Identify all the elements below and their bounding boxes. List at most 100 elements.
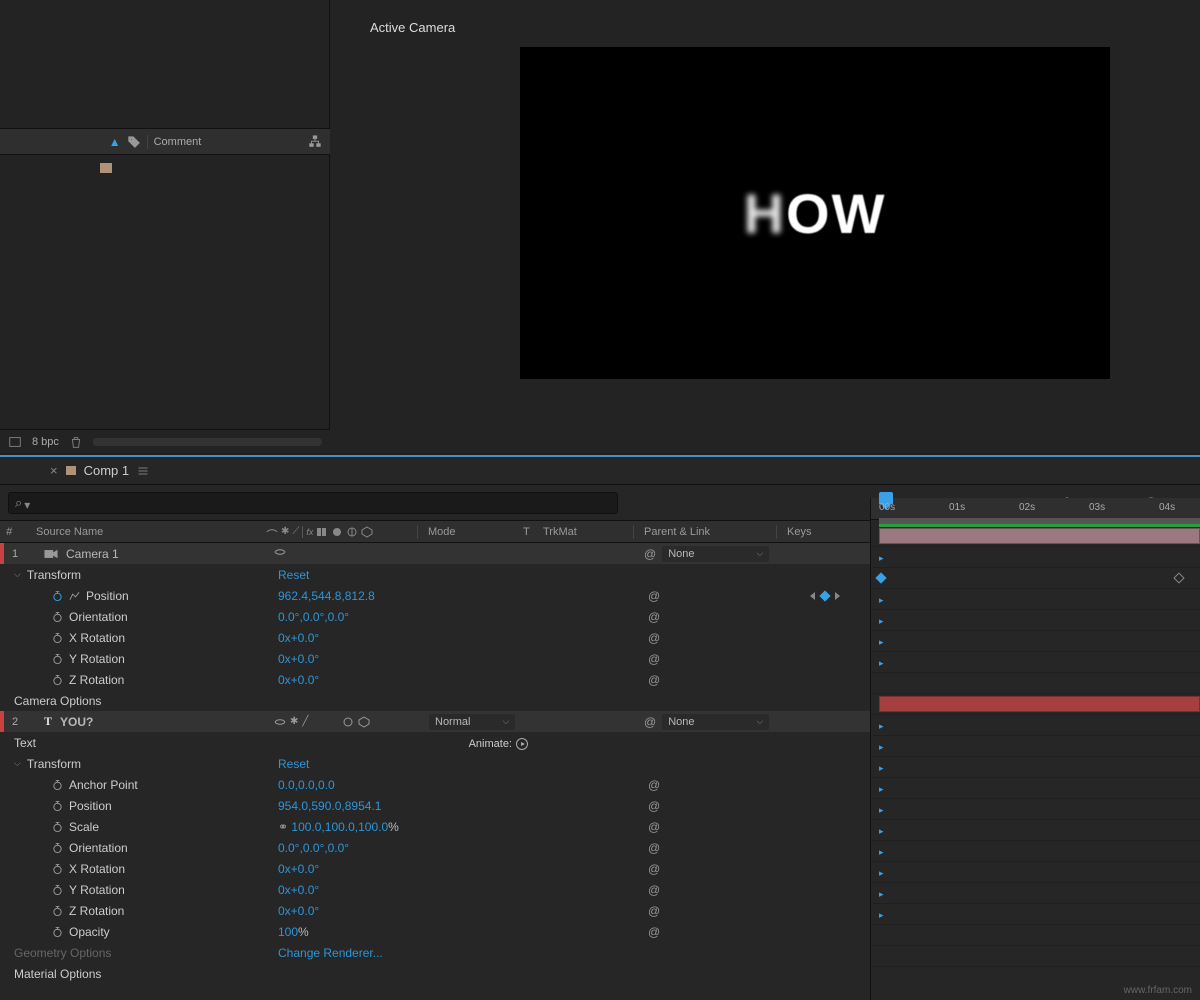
project-panel: ▲ Comment 8 bpc [0,0,330,453]
stopwatch-icon[interactable] [52,883,63,897]
layer-number: 2 [4,716,26,728]
sort-arrow-icon[interactable]: ▲ [109,135,121,149]
stopwatch-icon[interactable] [52,610,63,624]
comp-tab-name: Comp 1 [84,463,130,478]
ruler-tick: 02s [1019,502,1035,513]
ruler-tick: 03s [1089,502,1105,513]
timeline-search-input[interactable]: ⌕ ▾ [8,492,618,514]
parent-dropdown[interactable]: None⌵ [662,546,769,562]
active-camera-label: Active Camera [370,20,455,35]
cti-marker-icon: ▸ [879,847,884,858]
timeline-ruler-area[interactable]: 00s 01s 02s 03s 04s ▸ ▸ ▸ ▸ ▸ ▸ ▸ ▸ ▸ ▸ … [870,498,1200,1000]
ruler-tick: 04s [1159,502,1175,513]
time-ruler[interactable]: 00s 01s 02s 03s 04s [871,498,1200,520]
stopwatch-icon[interactable] [52,652,63,666]
add-key-icon[interactable] [819,590,830,601]
col-source-name: Source Name [12,526,262,538]
project-column-header: ▲ Comment [0,129,330,155]
switch-motion-blur-icon[interactable] [331,526,343,538]
switch-frame-blend-icon[interactable] [316,526,328,538]
close-tab-icon[interactable]: × [50,463,58,478]
stopwatch-active-icon[interactable] [52,589,63,603]
preview-canvas[interactable]: HOW [520,47,1110,379]
switch-label-icon[interactable] [274,545,286,559]
bpc-label[interactable]: 8 bpc [32,436,59,448]
stopwatch-icon[interactable] [52,841,63,855]
stopwatch-icon[interactable] [52,778,63,792]
cti-marker-icon: ▸ [879,616,884,627]
cti-marker-icon: ▸ [879,868,884,879]
camera-layer-bar[interactable] [879,528,1200,544]
expression-pickwhip-icon[interactable]: @ [648,589,660,603]
interpret-icon[interactable] [8,435,22,449]
col-parent: Parent & Link [634,526,776,538]
stopwatch-icon[interactable] [52,799,63,813]
project-scrollbar[interactable] [93,438,322,446]
link-icon[interactable]: ⚭ [278,820,288,834]
stopwatch-icon[interactable] [52,673,63,687]
comp-tab[interactable]: × Comp 1 [0,457,1200,485]
reset-button[interactable]: Reset [278,757,433,771]
switch-fx-icon[interactable]: fx [306,527,313,537]
ruler-tick: 01s [949,502,965,513]
change-renderer-link[interactable]: Change Renderer... [278,946,433,960]
preview-text-content: HOW [744,181,887,246]
switch-3d-icon[interactable] [361,526,373,538]
cti-marker-icon: ▸ [879,763,884,774]
cti-marker-icon: ▸ [879,742,884,753]
col-switches: ✱ ⟋ fx [262,526,417,538]
next-key-icon[interactable] [835,592,840,600]
text-layer-bar[interactable] [879,696,1200,712]
layer-number: 1 [4,548,26,560]
trash-icon[interactable] [69,435,83,449]
cti-marker-icon: ▸ [879,658,884,669]
cti-marker-icon: ▸ [879,784,884,795]
camera-icon [44,547,58,561]
switch-sun-icon[interactable]: ⟋ [292,526,299,537]
graph-icon[interactable] [69,589,80,603]
layer-name: YOU? [60,715,93,729]
cti-marker-icon: ▸ [879,805,884,816]
blend-mode-dropdown[interactable]: Normal⌵ [429,714,515,730]
cti-marker-icon: ▸ [879,553,884,564]
stopwatch-icon[interactable] [52,631,63,645]
keyframe[interactable] [875,572,886,583]
col-t: T [523,526,543,538]
timeline-panel: × Comp 1 ⌕ ▾ # Source Name ✱ ⟋ fx [0,455,1200,1000]
switch-star-icon[interactable]: ✱ [281,526,289,537]
tab-color-swatch [66,466,76,475]
switch-shy-icon[interactable] [266,526,278,538]
keyframe[interactable] [1173,572,1184,583]
cti-marker-icon: ▸ [879,721,884,732]
cti-marker-icon: ▸ [879,595,884,606]
watermark: www.frfam.com [1124,985,1192,996]
switch-star-icon[interactable]: ✱ [290,716,298,727]
ruler-tick: 00s [879,502,895,513]
tag-icon[interactable] [127,135,141,149]
col-keys: Keys [777,526,847,538]
cti-marker-icon: ▸ [879,637,884,648]
switch-mb-icon[interactable] [342,716,354,728]
stopwatch-icon[interactable] [52,904,63,918]
stopwatch-icon[interactable] [52,925,63,939]
parent-dropdown[interactable]: None⌵ [662,714,769,730]
cti-marker-icon: ▸ [879,826,884,837]
flowchart-icon[interactable] [308,135,322,149]
switch-shy-icon[interactable] [274,716,286,728]
switch-line-icon[interactable]: ╱ [302,716,308,727]
tab-menu-icon[interactable] [137,465,149,477]
prev-key-icon[interactable] [810,592,815,600]
project-item-comp[interactable] [0,155,330,181]
stopwatch-icon[interactable] [52,820,63,834]
switch-adjustment-icon[interactable] [346,526,358,538]
pickwhip-icon[interactable]: @ [644,547,656,561]
pickwhip-icon[interactable]: @ [644,715,656,729]
position-value[interactable]: 962.4,544.8,812.8 [278,589,433,603]
cti-marker-icon: ▸ [879,889,884,900]
stopwatch-icon[interactable] [52,862,63,876]
animate-button[interactable]: Animate: [469,738,528,750]
switch-3d-icon[interactable] [358,716,370,728]
reset-button[interactable]: Reset [278,568,433,582]
col-number: # [0,526,12,538]
col-mode: Mode [418,526,523,538]
